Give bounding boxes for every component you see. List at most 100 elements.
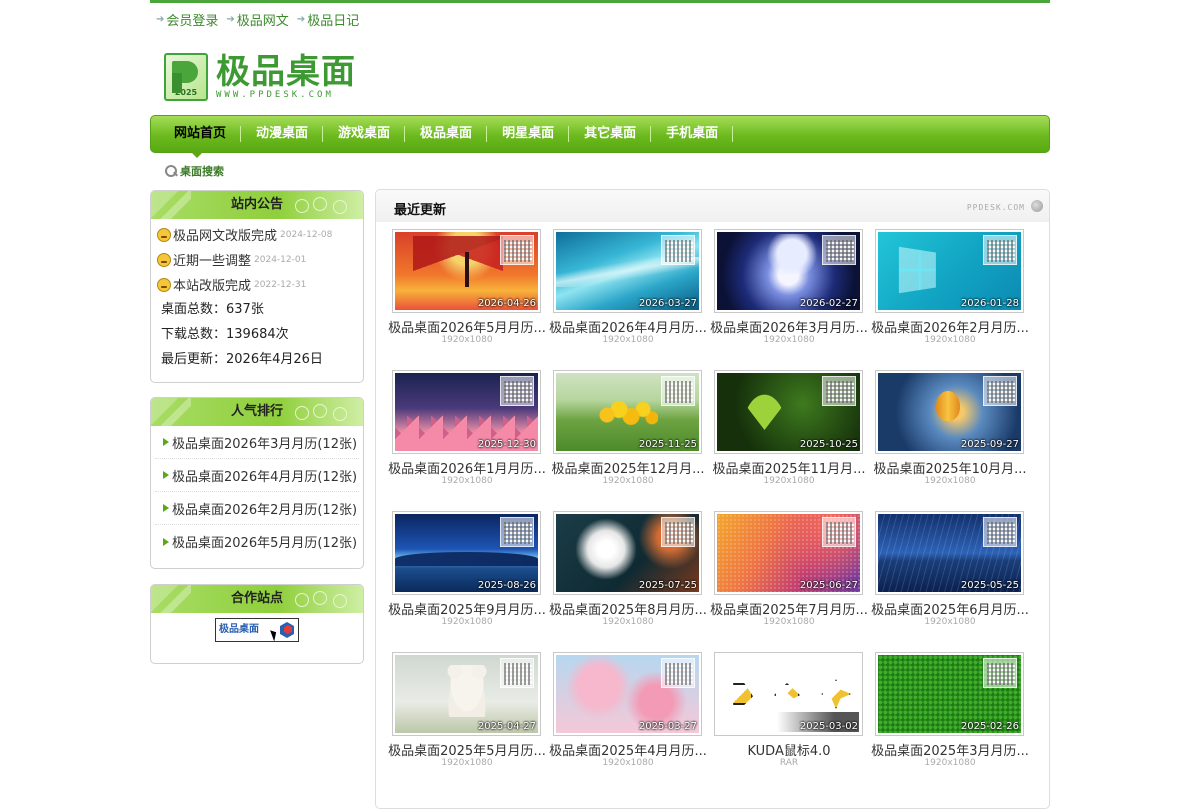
nav-other[interactable]: 其它桌面	[569, 115, 652, 153]
diary-link[interactable]: ➔ 极品日记	[297, 10, 359, 29]
wallpaper-card[interactable]: 2025-02-26 极品桌面2025年3月月历... 1920x1080	[871, 652, 1029, 782]
wallpaper-resolution: 1920x1080	[602, 758, 654, 768]
wallpaper-date: 2025-04-27	[477, 721, 536, 732]
nav-star[interactable]: 明星桌面	[487, 115, 570, 153]
wallpaper-image: 2026-04-26	[395, 232, 538, 310]
ranking-item[interactable]: 极品桌面2026年4月月历(12张)	[155, 459, 359, 492]
wallpaper-date: 2026-03-27	[638, 298, 697, 309]
cursor-set-icon	[731, 677, 851, 711]
calendar-overlay	[822, 517, 856, 547]
wallpaper-title[interactable]: 极品桌面2025年7月月历...	[710, 599, 868, 618]
member-login-link[interactable]: ➔ 会员登录	[156, 10, 218, 29]
wallpaper-thumbnail[interactable]: 2026-02-27	[714, 229, 863, 313]
desktop-search-link[interactable]: 桌面搜索	[164, 163, 224, 179]
articles-link[interactable]: ➔ 极品网文	[226, 10, 288, 29]
wallpaper-thumbnail[interactable]: 2025-10-25	[714, 370, 863, 454]
wallpaper-title[interactable]: 极品桌面2025年5月月历...	[388, 740, 546, 759]
ranking-item[interactable]: 极品桌面2026年2月月历(12张)	[155, 492, 359, 525]
wallpaper-thumbnail[interactable]: 2025-03-27	[553, 652, 702, 736]
wallpaper-title[interactable]: 极品桌面2025年12月月...	[549, 458, 707, 477]
calendar-overlay	[500, 658, 534, 688]
wallpaper-image: 2025-10-25	[717, 373, 860, 451]
ranking-item[interactable]: 极品桌面2026年3月月历(12张)	[155, 426, 359, 459]
wallpaper-title[interactable]: 极品桌面2025年6月月历...	[871, 599, 1029, 618]
wallpaper-card[interactable]: 2025-11-25 极品桌面2025年12月月... 1920x1080	[549, 370, 707, 500]
calendar-overlay	[983, 235, 1017, 265]
wallpaper-thumbnail[interactable]: 2025-02-26	[875, 652, 1024, 736]
wallpaper-image: 2025-11-25	[556, 373, 699, 451]
nav-active-pointer	[190, 151, 204, 158]
wallpaper-card[interactable]: 2025-08-26 极品桌面2025年9月月历... 1920x1080	[388, 511, 546, 641]
wallpaper-thumbnail[interactable]: 2026-03-27	[553, 229, 702, 313]
wallpaper-card[interactable]: 2025-03-02 KUDA鼠标4.0 RAR	[710, 652, 868, 782]
wallpaper-thumbnail[interactable]: 2026-01-28	[875, 229, 1024, 313]
nav-premium[interactable]: 极品桌面	[405, 115, 488, 153]
decor-circles	[295, 197, 355, 215]
wallpaper-card[interactable]: 2025-04-27 极品桌面2025年5月月历... 1920x1080	[388, 652, 546, 782]
logo-text: 极品桌面 WWW.PPDESK.COM	[216, 54, 356, 100]
wallpaper-card[interactable]: 2025-06-27 极品桌面2025年7月月历... 1920x1080	[710, 511, 868, 641]
wallpaper-title[interactable]: 极品桌面2026年1月月历...	[388, 458, 546, 477]
wallpaper-title[interactable]: 极品桌面2025年10月月...	[871, 458, 1029, 477]
wallpaper-thumbnail[interactable]: 2025-05-25	[875, 511, 1024, 595]
announcement-item[interactable]: 本站改版完成 2022-12-31	[151, 272, 363, 297]
calendar-overlay	[822, 376, 856, 406]
wallpaper-thumbnail[interactable]: 2025-09-27	[875, 370, 1024, 454]
wallpaper-card[interactable]: 2025-12-30 极品桌面2026年1月月历... 1920x1080	[388, 370, 546, 500]
wallpaper-thumbnail[interactable]: 2025-07-25	[553, 511, 702, 595]
wallpaper-resolution: 1920x1080	[441, 335, 493, 345]
partner-site-logo[interactable]: 极品桌面	[215, 618, 299, 642]
wallpaper-date: 2026-02-27	[799, 298, 858, 309]
wallpaper-card[interactable]: 2026-03-27 极品桌面2026年4月月历... 1920x1080	[549, 229, 707, 359]
wallpaper-title[interactable]: 极品桌面2026年2月月历...	[871, 317, 1029, 336]
wallpaper-card[interactable]: 2026-02-27 极品桌面2026年3月月历... 1920x1080	[710, 229, 868, 359]
emoji-icon	[157, 252, 171, 267]
wallpaper-thumbnail[interactable]: 2026-04-26	[392, 229, 541, 313]
wallpaper-thumbnail[interactable]: 2025-04-27	[392, 652, 541, 736]
wallpaper-title[interactable]: 极品桌面2025年9月月历...	[388, 599, 546, 618]
wallpaper-title[interactable]: KUDA鼠标4.0	[710, 740, 868, 759]
wallpaper-card[interactable]: 2025-10-25 极品桌面2025年11月月... 1920x1080	[710, 370, 868, 500]
logo-mark-icon: 2025	[164, 53, 208, 101]
wallpaper-title[interactable]: 极品桌面2026年3月月历...	[710, 317, 868, 336]
ranking-item[interactable]: 极品桌面2026年5月月历(12张)	[155, 525, 359, 558]
wallpaper-image: 2025-06-27	[717, 514, 860, 592]
wallpaper-card[interactable]: 2026-04-26 极品桌面2026年5月月历... 1920x1080	[388, 229, 546, 359]
wallpaper-card[interactable]: 2025-09-27 极品桌面2025年10月月... 1920x1080	[871, 370, 1029, 500]
wallpaper-card[interactable]: 2026-01-28 极品桌面2026年2月月历... 1920x1080	[871, 229, 1029, 359]
wallpaper-thumbnail[interactable]: 2025-03-02	[714, 652, 863, 736]
panel-title: 合作站点	[230, 591, 283, 606]
wallpaper-date: 2025-05-25	[960, 580, 1019, 591]
calendar-overlay	[822, 235, 856, 265]
wallpaper-title[interactable]: 极品桌面2025年4月月历...	[549, 740, 707, 759]
nav-game[interactable]: 游戏桌面	[323, 115, 406, 153]
nav-mobile[interactable]: 手机桌面	[651, 115, 734, 153]
announcement-item[interactable]: 极品网文改版完成 2024-12-08	[151, 222, 363, 247]
emoji-icon	[157, 277, 171, 292]
wallpaper-thumbnail[interactable]: 2025-11-25	[553, 370, 702, 454]
site-logo[interactable]: 2025 极品桌面 WWW.PPDESK.COM	[164, 52, 364, 102]
wallpaper-thumbnail[interactable]: 2025-06-27	[714, 511, 863, 595]
recent-updates-section: 最近更新 PPDESK.COM 2026-04-26 极品桌面2026年5月月历.…	[375, 189, 1050, 809]
wallpaper-image: 2025-12-30	[395, 373, 538, 451]
wallpaper-date: 2025-12-30	[477, 439, 536, 450]
calendar-overlay	[983, 517, 1017, 547]
wallpaper-card[interactable]: 2025-07-25 极品桌面2025年8月月历... 1920x1080	[549, 511, 707, 641]
wallpaper-title[interactable]: 极品桌面2025年11月月...	[710, 458, 868, 477]
main-nav: 网站首页 动漫桌面 游戏桌面 极品桌面 明星桌面 其它桌面 手机桌面	[150, 115, 1050, 153]
wallpaper-card[interactable]: 2025-03-27 极品桌面2025年4月月历... 1920x1080	[549, 652, 707, 782]
wallpaper-title[interactable]: 极品桌面2025年3月月历...	[871, 740, 1029, 759]
wallpaper-thumbnail[interactable]: 2025-08-26	[392, 511, 541, 595]
calendar-overlay	[983, 658, 1017, 688]
wallpaper-thumbnail[interactable]: 2025-12-30	[392, 370, 541, 454]
arrow-icon: ➔	[296, 14, 306, 25]
wallpaper-title[interactable]: 极品桌面2025年8月月历...	[549, 599, 707, 618]
wallpaper-card[interactable]: 2025-05-25 极品桌面2025年6月月历... 1920x1080	[871, 511, 1029, 641]
wallpaper-title[interactable]: 极品桌面2026年5月月历...	[388, 317, 546, 336]
wallpaper-title[interactable]: 极品桌面2026年4月月历...	[549, 317, 707, 336]
nav-anime[interactable]: 动漫桌面	[241, 115, 324, 153]
wallpaper-resolution: 1920x1080	[924, 335, 976, 345]
nav-home[interactable]: 网站首页	[159, 115, 242, 153]
announcement-item[interactable]: 近期一些调整 2024-12-01	[151, 247, 363, 272]
last-updated: 最后更新：2026年4月26日	[161, 352, 323, 367]
